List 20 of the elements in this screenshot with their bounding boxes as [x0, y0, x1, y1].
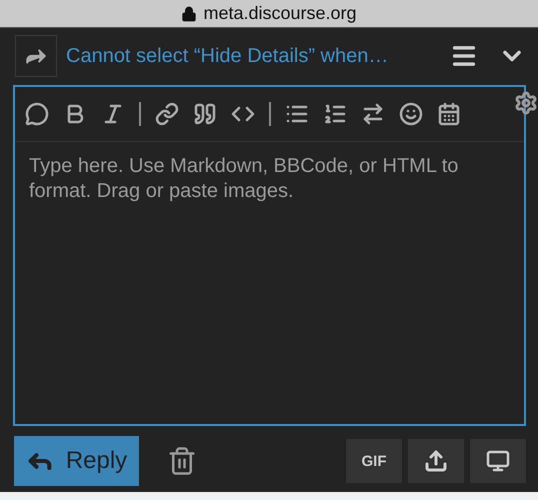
url-text: meta.discourse.org [203, 3, 357, 24]
smiley-icon[interactable] [399, 102, 423, 126]
preview-button[interactable] [470, 439, 526, 483]
calendar-icon[interactable] [437, 102, 461, 126]
editor-field[interactable]: Type here. Use Markdown, BBCode, or HTML to format. Drag or paste images. [13, 85, 526, 426]
link-icon[interactable] [155, 102, 179, 126]
reply-button[interactable]: Reply [14, 436, 139, 486]
speech-bubble-icon[interactable] [25, 102, 49, 126]
monitor-icon [486, 449, 510, 473]
gif-button[interactable]: GIF [346, 439, 402, 483]
settings-icon[interactable] [514, 91, 538, 115]
trash-icon[interactable] [167, 446, 197, 476]
numbered-list-icon[interactable] [323, 102, 347, 126]
upload-button[interactable] [408, 439, 464, 483]
quote-icon[interactable] [193, 102, 217, 126]
topic-title[interactable]: Cannot select “Hide Details” when… [66, 44, 430, 68]
share-button[interactable] [15, 35, 57, 77]
lock-icon [181, 6, 198, 22]
upload-icon [424, 449, 448, 473]
swap-arrows-icon[interactable] [361, 102, 385, 126]
